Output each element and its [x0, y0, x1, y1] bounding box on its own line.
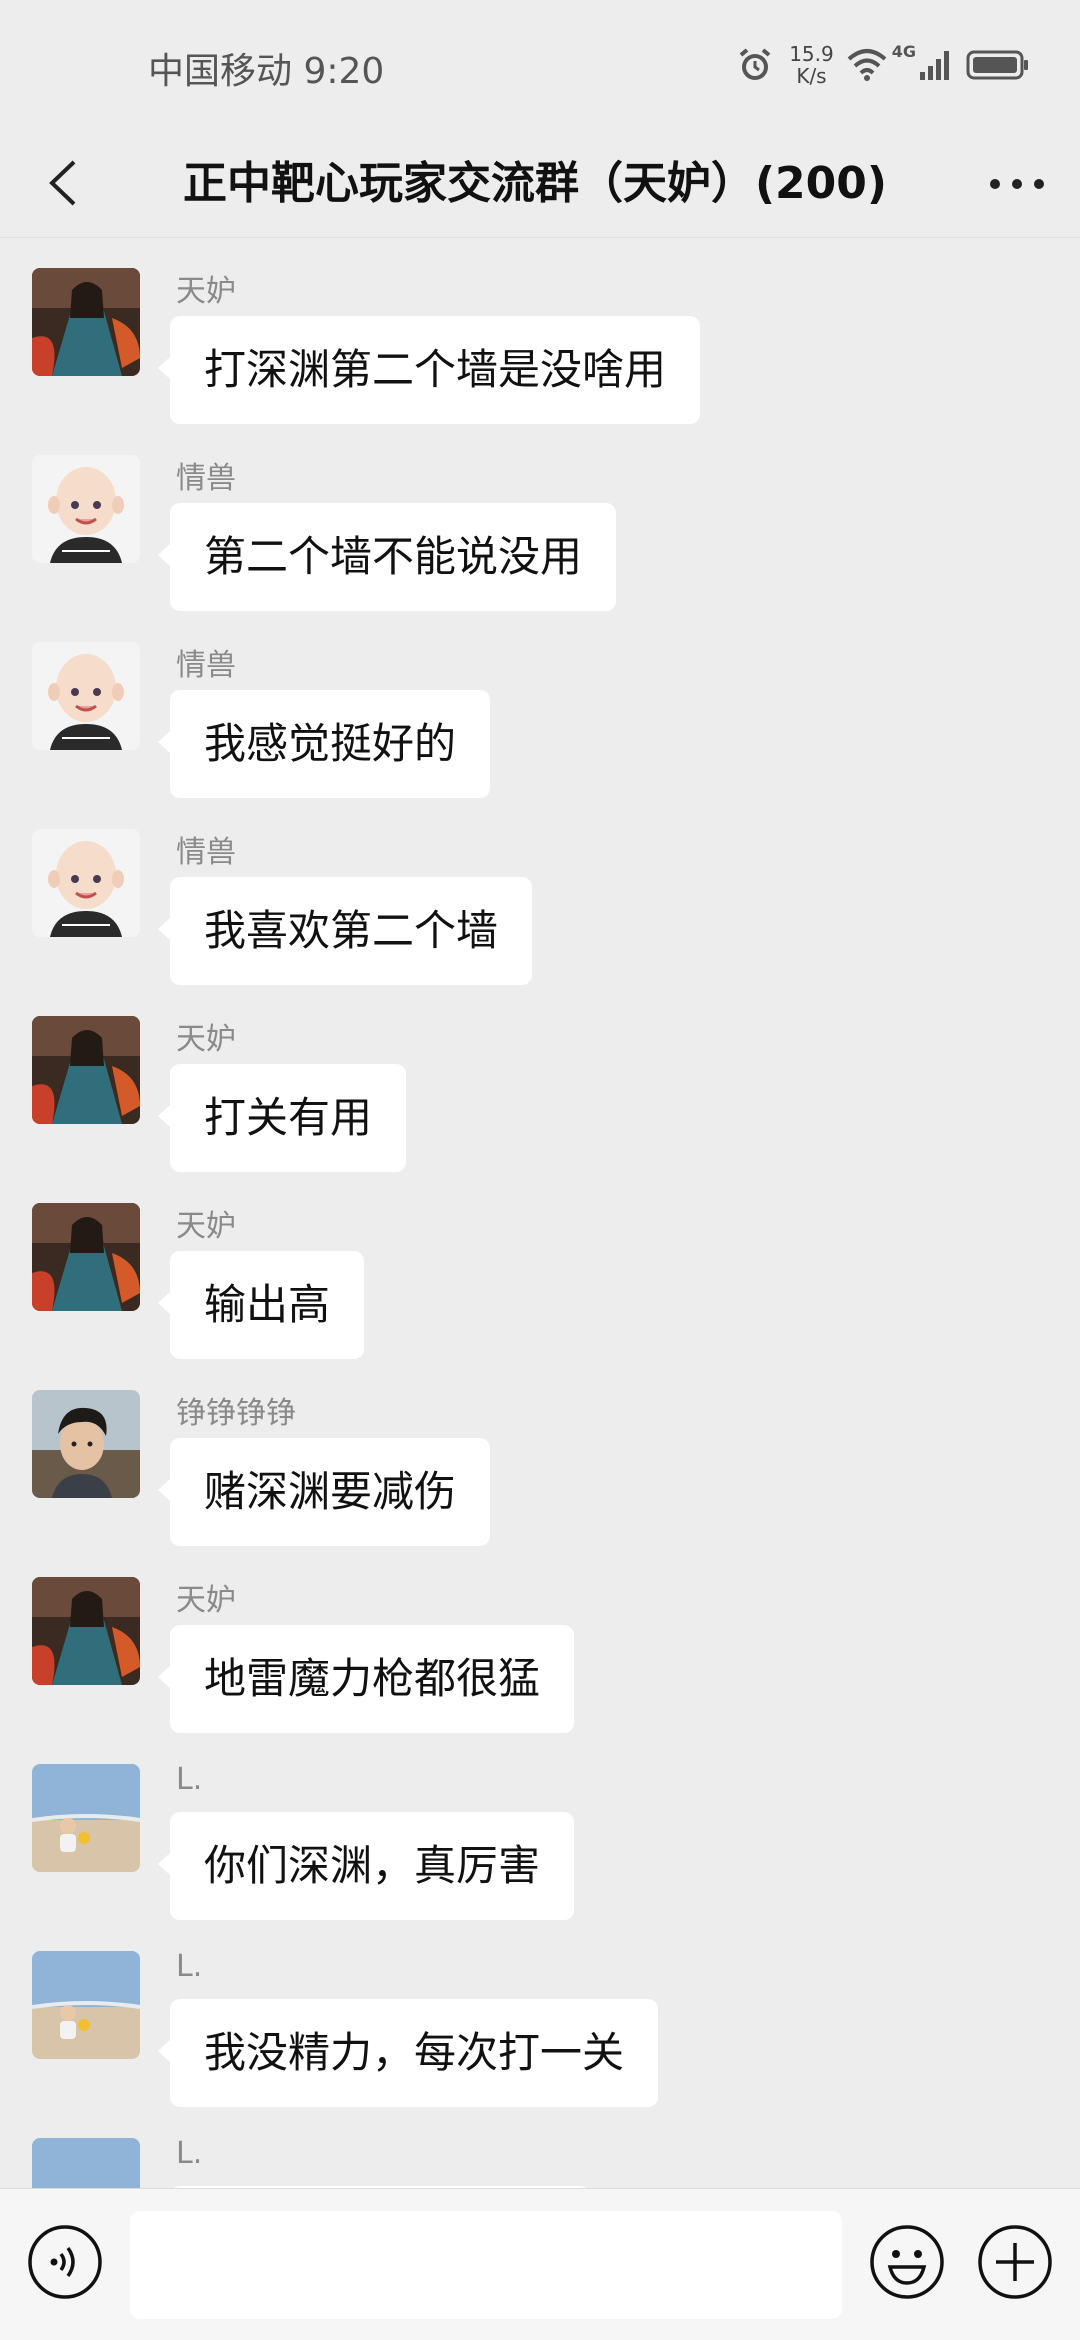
carrier-time: 中国移动 9:20 — [148, 51, 385, 92]
message-bubble[interactable]: 你们深渊，真厉害 — [157, 1812, 575, 1920]
avatar-warrior[interactable] — [32, 1016, 140, 1124]
message-item: 铮铮铮铮 赌深渊要减伤 — [0, 1360, 1080, 1547]
input-bar — [0, 2188, 1080, 2340]
sender-name: L. — [176, 1762, 203, 1797]
message-bubble[interactable]: 我喜欢第二个墙 — [157, 877, 533, 985]
message-item: 情兽 第二个墙不能说没用 — [0, 425, 1080, 612]
net-speed-value: 15.9 — [789, 42, 834, 66]
more-button[interactable] — [982, 152, 1052, 216]
message-item: L. 我没精力，每次打一关 — [0, 1921, 1080, 2108]
message-bubble[interactable]: 我没精力，每次打一关 — [157, 1999, 659, 2107]
avatar-cartoon-man[interactable] — [32, 455, 140, 563]
sender-name: L. — [176, 2136, 203, 2171]
message-item: 天妒 地雷魔力枪都很猛 — [0, 1547, 1080, 1734]
message-item: L. 你们深渊，真厉害 — [0, 1734, 1080, 1921]
alarm-icon — [735, 45, 775, 85]
sender-name: 天妒 — [176, 274, 236, 309]
avatar-child-photo[interactable] — [32, 1390, 140, 1498]
message-bubble[interactable]: 我感觉挺好的 — [157, 690, 491, 798]
more-functions-button[interactable] — [976, 2223, 1054, 2301]
wifi-icon — [846, 47, 888, 83]
avatar-warrior[interactable] — [32, 268, 140, 376]
message-bubble[interactable]: 地雷魔力枪都很猛 — [157, 1625, 575, 1733]
battery-icon — [966, 49, 1030, 81]
message-bubble[interactable]: 赌深渊要减伤 — [157, 1438, 491, 1546]
voice-icon — [28, 2225, 102, 2299]
chat-title: 正中靶心玩家交流群（天妒）(200) — [182, 158, 888, 209]
net-speed: 15.9 K/s — [789, 43, 834, 87]
sender-name: 天妒 — [176, 1583, 236, 1618]
sender-name: 天妒 — [176, 1209, 236, 1244]
net-speed-unit: K/s — [796, 64, 827, 88]
avatar-warrior[interactable] — [32, 1203, 140, 1311]
emoji-button[interactable] — [868, 2223, 946, 2301]
message-item: 天妒 打深渊第二个墙是没啥用 — [0, 238, 1080, 425]
avatar-beach-child[interactable] — [32, 1764, 140, 1872]
message-bubble[interactable]: 打深渊第二个墙是没啥用 — [157, 316, 701, 424]
chevron-left-icon — [49, 160, 76, 206]
more-dots-icon — [990, 179, 1044, 189]
sender-name: 情兽 — [176, 461, 236, 496]
avatar-beach-child[interactable] — [32, 2138, 140, 2188]
network-type: 4G — [891, 42, 916, 61]
avatar-cartoon-man[interactable] — [32, 642, 140, 750]
message-bubble[interactable]: 输出高 — [157, 1251, 365, 1359]
message-input[interactable] — [130, 2211, 842, 2319]
sender-name: 铮铮铮铮 — [176, 1396, 296, 1431]
message-list[interactable]: 天妒 打深渊第二个墙是没啥用 情兽 第二个墙不能说没用 情兽 我感觉挺好的 情兽… — [0, 238, 1080, 2188]
emoji-icon — [870, 2225, 944, 2299]
status-bar: 中国移动 9:20 15.9 K/s 4G — [0, 0, 1080, 130]
message-item: 天妒 打关有用 — [0, 986, 1080, 1173]
back-button[interactable] — [28, 148, 98, 218]
message-item: L. — [0, 2108, 1080, 2188]
sender-name: L. — [176, 1949, 203, 1984]
sender-name: 情兽 — [176, 835, 236, 870]
message-bubble[interactable]: 打关有用 — [157, 1064, 407, 1172]
voice-button[interactable] — [26, 2223, 104, 2301]
chat-header: 正中靶心玩家交流群（天妒）(200) — [0, 130, 1080, 238]
message-item: 天妒 输出高 — [0, 1173, 1080, 1360]
message-item: 情兽 我喜欢第二个墙 — [0, 799, 1080, 986]
message-bubble[interactable]: 第二个墙不能说没用 — [157, 503, 617, 611]
status-icons: 15.9 K/s 4G — [735, 40, 1030, 90]
avatar-warrior[interactable] — [32, 1577, 140, 1685]
signal-icon — [918, 48, 952, 82]
avatar-beach-child[interactable] — [32, 1951, 140, 2059]
sender-name: 情兽 — [176, 648, 236, 683]
message-item: 情兽 我感觉挺好的 — [0, 612, 1080, 799]
sender-name: 天妒 — [176, 1022, 236, 1057]
plus-icon — [978, 2225, 1052, 2299]
avatar-cartoon-man[interactable] — [32, 829, 140, 937]
